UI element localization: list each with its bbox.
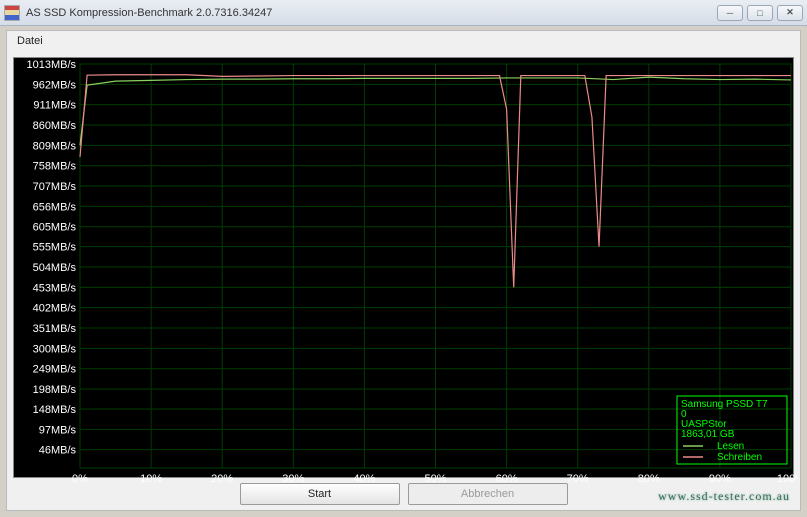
y-tick-label: 555MB/s [33,242,77,254]
y-tick-label: 860MB/s [33,120,77,132]
chart-area: 46MB/s 97MB/s 148MB/s 198MB/s 249MB/s 300MB/s… [13,57,794,478]
y-tick-label: 656MB/s [33,201,77,213]
legend-write: Schreiben [717,452,762,463]
y-tick-label: 758MB/s [33,161,77,173]
y-tick-label: 300MB/s [33,343,77,355]
y-tick-label: 198MB/s [33,384,77,396]
app-icon [4,5,20,21]
y-tick-label: 504MB/s [33,262,77,274]
abort-button: Abbrechen [408,483,568,505]
menu-datei[interactable]: Datei [7,31,800,51]
window-buttons: ─ □ ✕ [717,5,803,21]
y-tick-label: 1013MB/s [26,59,76,71]
y-tick-label: 962MB/s [33,79,77,91]
y-tick-label: 402MB/s [33,303,77,315]
y-tick-label: 453MB/s [33,282,77,294]
y-tick-label: 351MB/s [33,323,77,335]
y-tick-label: 97MB/s [39,424,77,436]
y-tick-label: 809MB/s [33,140,77,152]
y-tick-label: 605MB/s [33,222,77,234]
chart-svg: 46MB/s 97MB/s 148MB/s 198MB/s 249MB/s 300MB/s… [14,58,797,488]
window-title: AS SSD Kompression-Benchmark 2.0.7316.34… [26,7,717,19]
minimize-button[interactable]: ─ [717,5,743,21]
y-tick-label: 46MB/s [39,445,77,457]
maximize-button[interactable]: □ [747,5,773,21]
legend-info: 1863,01 GB [681,429,735,440]
close-button[interactable]: ✕ [777,5,803,21]
start-button[interactable]: Start [240,483,400,505]
y-tick-label: 249MB/s [33,364,77,376]
legend-info: Samsung PSSD T7 [681,399,768,410]
titlebar: AS SSD Kompression-Benchmark 2.0.7316.34… [0,0,807,26]
y-tick-label: 148MB/s [33,404,77,416]
y-tick-label: 911MB/s [33,100,76,112]
y-tick-label: 707MB/s [33,181,77,193]
content-panel: Datei 46MB/s 97MB/s 148MB/s 198MB/s 249MB/s 3… [6,30,801,511]
legend-read: Lesen [717,441,744,452]
watermark: www.ssd-tester.com.au [658,489,790,504]
